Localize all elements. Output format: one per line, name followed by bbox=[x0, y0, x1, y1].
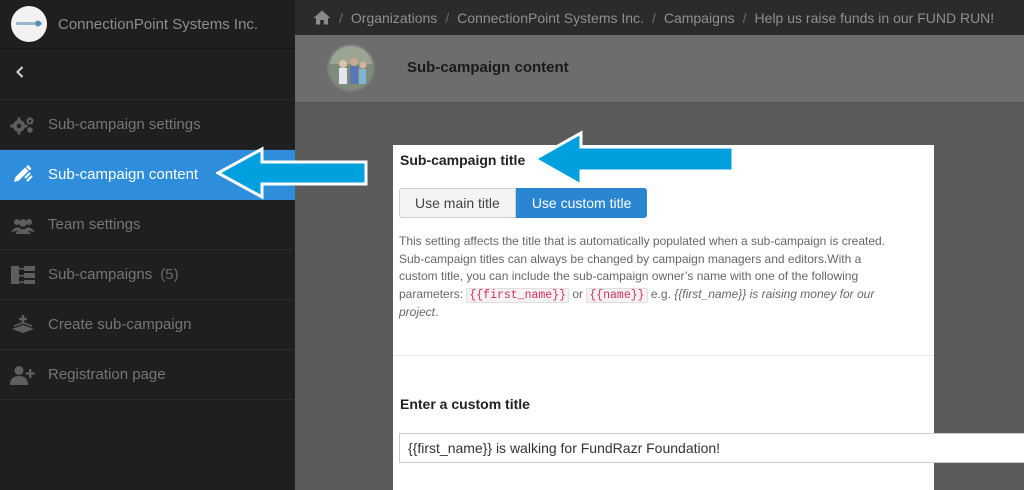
param-first-name: {{first_name}} bbox=[466, 287, 569, 303]
help-end: . bbox=[435, 305, 439, 320]
breadcrumb-separator: / bbox=[445, 9, 450, 26]
breadcrumb-organizations[interactable]: Organizations bbox=[351, 10, 437, 26]
help-eg: e.g. bbox=[647, 286, 675, 301]
breadcrumb-separator: / bbox=[339, 9, 343, 26]
hierarchy-icon bbox=[10, 265, 36, 285]
org-header[interactable]: ConnectionPoint Systems Inc. bbox=[0, 0, 295, 49]
sidebar-item-label: Sub-campaigns bbox=[48, 266, 153, 283]
sidebar-item-sub-campaign-settings[interactable]: Sub-campaign settings bbox=[0, 100, 295, 150]
breadcrumb-organization[interactable]: ConnectionPoint Systems Inc. bbox=[457, 10, 644, 26]
divider bbox=[393, 355, 934, 356]
page-header: Sub-campaign content bbox=[295, 35, 1024, 103]
sidebar-item-sub-campaigns[interactable]: Sub-campaigns (5) bbox=[0, 250, 295, 300]
home-icon[interactable] bbox=[313, 10, 331, 25]
sidebar-item-team-settings[interactable]: Team settings bbox=[0, 200, 295, 250]
sidebar-item-label: Registration page bbox=[48, 366, 166, 383]
team-icon bbox=[10, 215, 36, 235]
section-title: Sub-campaign title bbox=[400, 152, 526, 168]
param-name: {{name}} bbox=[586, 287, 648, 303]
gears-icon bbox=[10, 115, 36, 135]
help-text: This setting affects the title that is a… bbox=[399, 233, 891, 322]
breadcrumb-separator: / bbox=[651, 9, 656, 26]
breadcrumb-campaigns[interactable]: Campaigns bbox=[664, 10, 735, 26]
use-custom-title-button[interactable]: Use custom title bbox=[515, 188, 648, 218]
sidebar-item-registration-page[interactable]: Registration page bbox=[0, 350, 295, 400]
help-or: or bbox=[568, 286, 587, 301]
back-button[interactable] bbox=[0, 49, 295, 100]
sub-campaigns-count: (5) bbox=[160, 266, 179, 283]
sidebar-item-create-sub-campaign[interactable]: Create sub-campaign bbox=[0, 300, 295, 350]
sidebar-item-label: Create sub-campaign bbox=[48, 316, 192, 333]
org-logo-icon bbox=[11, 6, 47, 42]
breadcrumb-campaign[interactable]: Help us raise funds in our FUND RUN! bbox=[755, 10, 995, 26]
sidebar-item-label: Team settings bbox=[48, 216, 141, 233]
org-name: ConnectionPoint Systems Inc. bbox=[58, 15, 259, 33]
custom-title-input[interactable] bbox=[399, 433, 1024, 463]
breadcrumb: / Organizations / ConnectionPoint System… bbox=[295, 0, 1024, 35]
custom-title-label: Enter a custom title bbox=[400, 396, 530, 412]
chevron-left-icon bbox=[14, 65, 26, 84]
title-option-toggle: Use main title Use custom title bbox=[399, 188, 648, 218]
page-title: Sub-campaign content bbox=[407, 59, 569, 76]
pencil-icon bbox=[10, 164, 36, 185]
breadcrumb-separator: / bbox=[742, 9, 747, 26]
sidebar: ConnectionPoint Systems Inc. Sub-campaig… bbox=[0, 0, 295, 490]
sidebar-item-sub-campaign-content[interactable]: Sub-campaign content bbox=[0, 150, 295, 200]
sidebar-item-label: Sub-campaign content bbox=[48, 166, 199, 183]
sidebar-item-label: Sub-campaign settings bbox=[48, 116, 201, 133]
use-main-title-button[interactable]: Use main title bbox=[399, 188, 516, 218]
user-plus-icon bbox=[10, 365, 36, 385]
add-layers-icon bbox=[10, 314, 36, 335]
avatar bbox=[327, 44, 375, 92]
